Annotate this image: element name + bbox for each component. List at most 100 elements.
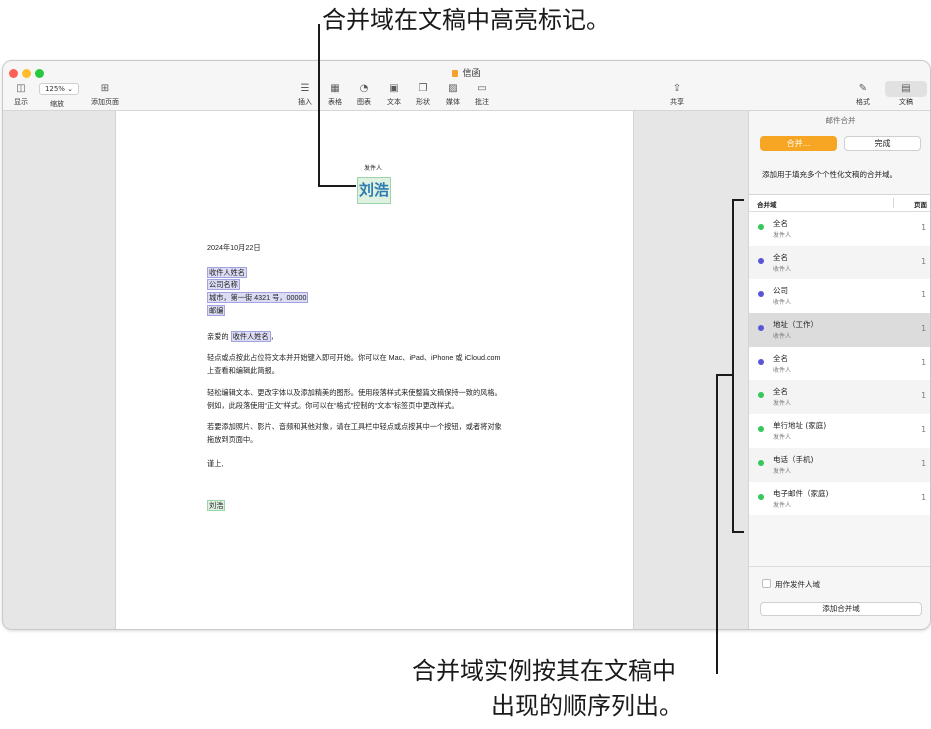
merge-field-color-dot [758, 493, 764, 500]
column-header-page[interactable]: 页面 [914, 199, 927, 209]
greeting-line[interactable]: 亲爱的 收件人姓名， [207, 331, 278, 343]
toolbar: 信函 ◫ 显示 125% ⌄ 缩放 ⊞ 添加页面 ☰ 插入 ▦ 表格 ◔ 图表 … [3, 61, 930, 111]
merge-field-role: 发件人 [773, 232, 792, 239]
text-label: 文本 [387, 98, 401, 106]
merge-field-page: 1 [921, 357, 926, 367]
merge-field-name: 电子邮件（家庭) [773, 488, 829, 498]
add-page-icon: ⊞ [100, 83, 110, 94]
merge-field-role: 收件人 [773, 366, 792, 374]
use-sender-field-checkbox[interactable] [762, 579, 771, 588]
merge-field-color-dot [758, 459, 764, 466]
merge-field-page: 1 [921, 425, 926, 435]
paragraph-1-line-1[interactable]: 轻点或点按此占位符文本并开始键入即可开始。你可以在 Mac、iPad、iPhon… [207, 352, 501, 364]
add-page-label: 添加页面 [91, 98, 119, 106]
text-box-icon: ▣ [389, 83, 399, 94]
merge-field-color-dot [758, 426, 764, 433]
postcode-merge-field[interactable]: 邮编 [207, 305, 226, 316]
merge-field-name: 电话（手机) [773, 454, 814, 464]
paragraph-2-line-2[interactable]: 例如，此段落使用“正文”样式。你可以在“格式”控制的“文本”标签页中更改样式。 [207, 400, 459, 412]
merge-field-page: 1 [921, 324, 926, 334]
format-button[interactable]: ✎ 格式 [853, 83, 873, 107]
window-title-text: 信函 [462, 69, 481, 79]
paragraph-3-line-2[interactable]: 拖放到页面中。 [207, 434, 257, 446]
paragraph-3-line-1[interactable]: 若要添加照片、影片、音频和其他对象，请在工具栏中轻点或点按其中一个按钮，或者将对… [207, 421, 502, 433]
table-label: 表格 [328, 98, 342, 106]
tab-merge[interactable]: 合并... [760, 136, 837, 151]
paragraph-2-line-1[interactable]: 轻松编辑文本、更改字体以及添加精美的图形。使用段落样式来使整篇文稿保持一致的风格… [207, 387, 502, 399]
callout-bottom-line-horizontal [716, 374, 732, 376]
merge-field-role: 收件人 [773, 333, 792, 341]
share-button[interactable]: ⇪ 共享 [667, 83, 687, 107]
chart-button[interactable]: ◔ 图表 [354, 83, 374, 107]
text-button[interactable]: ▣ 文本 [384, 83, 404, 107]
callout-top: 合并域在文稿中高亮标记。 [322, 6, 610, 34]
share-icon: ⇪ [672, 83, 682, 94]
merge-field-role: 发件人 [773, 434, 792, 442]
letter-date[interactable]: 2024年10月22日 [207, 242, 261, 254]
column-header-field[interactable]: 合并域 [757, 199, 777, 209]
insert-icon: ☰ [300, 83, 310, 94]
merge-field-row[interactable]: 全名 收件人 1 [749, 347, 930, 381]
comment-button[interactable]: ▭ 批注 [472, 83, 492, 107]
merge-field-row[interactable]: 全名发件人 1 [749, 212, 930, 246]
merge-field-color-dot [758, 257, 764, 264]
letter-page[interactable]: 发件人 刘浩 2024年10月22日 收件人姓名 公司名称 城市，第一街 432… [115, 111, 634, 629]
table-button[interactable]: ▦ 表格 [325, 83, 345, 107]
mail-merge-sidebar: 邮件合并 合并... 完成 添加用于填充多个个性化文稿的合并域。 合并域 页面 … [748, 111, 930, 629]
photo-icon: ▨ [448, 83, 458, 94]
merge-field-row[interactable]: 全名 收件人 1 [749, 245, 930, 280]
merge-field-row[interactable]: 单行地址 (家庭) 发件人 1 [749, 414, 930, 448]
closing[interactable]: 谨上, [207, 458, 223, 470]
merge-field-page: 1 [921, 256, 926, 266]
merge-field-name: 地址（工作） [773, 320, 818, 330]
insert-button[interactable]: ☰ 插入 [295, 83, 315, 107]
sender-name-merge-field[interactable]: 刘浩 [357, 177, 391, 204]
merge-field-name: 全名 [773, 219, 788, 228]
merge-field-role: 收件人 [773, 299, 792, 307]
media-label: 媒体 [446, 98, 460, 106]
recipient-block[interactable]: 收件人姓名 [207, 267, 247, 279]
field-list-bracket [732, 199, 734, 532]
merge-field-page: 1 [921, 290, 926, 300]
merge-field-role: 发件人 [773, 467, 792, 475]
column-divider [893, 198, 894, 208]
display-button[interactable]: ◫ 显示 [11, 83, 31, 107]
merge-field-color-dot [758, 392, 764, 399]
merge-field-row[interactable]: 电话（手机) 发件人 1 [749, 447, 930, 482]
merge-field-name: 全名 [773, 387, 788, 397]
greeting-recipient-merge-field[interactable]: 收件人姓名 [230, 331, 271, 342]
merge-field-row[interactable]: 地址（工作） 收件人 1 [749, 313, 930, 347]
shape-button[interactable]: ❐ 形状 [413, 83, 433, 107]
zoom-select[interactable]: 125% ⌄ [39, 83, 79, 95]
paintbrush-icon: ✎ [858, 83, 868, 94]
address-merge-field[interactable]: 城市，第一街 4321 号，00000 [207, 292, 309, 303]
field-list-bracket-top [732, 199, 744, 201]
format-label: 格式 [856, 98, 870, 106]
chart-label: 图表 [357, 98, 371, 106]
signature-merge-field[interactable]: 刘浩 [207, 500, 226, 511]
display-label: 显示 [14, 98, 28, 106]
merge-field-color-dot [758, 224, 764, 230]
table-icon: ▦ [330, 83, 340, 94]
add-page-button[interactable]: ⊞ 添加页面 [87, 83, 123, 107]
paragraph-1-line-2[interactable]: 上查看和编辑此简报。 [207, 365, 279, 377]
merge-field-row[interactable]: 公司收件人 1 [749, 279, 930, 313]
merge-field-row[interactable]: 电子邮件（家庭) 发件人 1 [749, 482, 930, 516]
comment-label: 批注 [475, 98, 489, 106]
callout-bottom-line2: 出现的顺序列出。 [491, 692, 683, 720]
callout-bottom-line1: 合并域实例按其在文稿中 [412, 657, 676, 685]
company-merge-field[interactable]: 公司名称 [207, 279, 240, 290]
merge-field-page: 1 [921, 223, 926, 232]
merge-field-role: 发件人 [773, 400, 792, 408]
recipient-name-merge-field[interactable]: 收件人姓名 [207, 267, 247, 278]
merge-field-role: 收件人 [773, 265, 792, 273]
merge-field-name: 公司 [773, 286, 788, 296]
document-button[interactable]: ▤ 文稿 [896, 83, 916, 107]
callout-top-line [318, 24, 320, 186]
merge-field-row[interactable]: 全名 发件人 1 [749, 380, 930, 415]
add-merge-field-button[interactable]: 添加合并域 [760, 602, 922, 616]
media-button[interactable]: ▨ 媒体 [443, 83, 463, 107]
merge-field-name: 单行地址 (家庭) [773, 421, 827, 431]
tab-done[interactable]: 完成 [844, 136, 921, 151]
document-canvas: 发件人 刘浩 2024年10月22日 收件人姓名 公司名称 城市，第一街 432… [3, 111, 748, 629]
